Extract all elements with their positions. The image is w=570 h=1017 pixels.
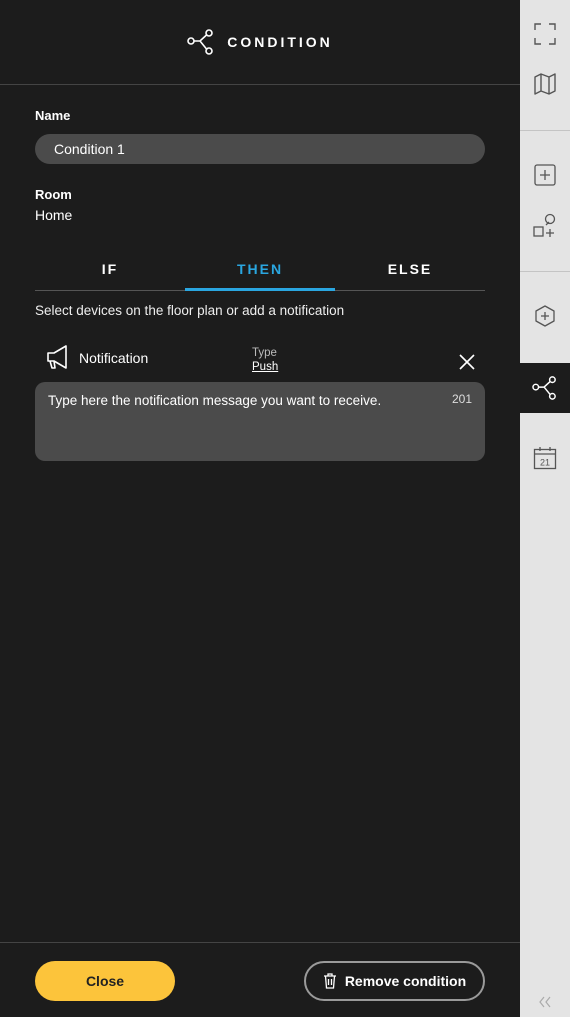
double-chevron-left-icon [539, 996, 551, 1008]
toolbar-divider [520, 271, 570, 272]
condition-branch-icon [532, 376, 556, 400]
add-device-button[interactable] [520, 201, 570, 251]
panel-footer: Close Remove condition [0, 942, 520, 1017]
map-icon [534, 73, 556, 95]
toolbar-divider [520, 130, 570, 131]
remove-condition-label: Remove condition [344, 973, 467, 989]
notification-label: Notification [79, 350, 149, 366]
calendar-icon: 21 [533, 447, 557, 470]
notification-row: Notification Type Push [35, 340, 485, 380]
trash-icon [323, 973, 336, 989]
type-link[interactable]: Push [252, 361, 278, 373]
room-label: Room [35, 187, 72, 202]
type-label: Type [252, 347, 277, 359]
add-room-button[interactable] [520, 150, 570, 200]
message-placeholder: Type here the notification message you w… [48, 393, 382, 408]
panel-header: CONDITION [0, 0, 520, 85]
right-toolbar: 21 [520, 0, 570, 1017]
condition-panel: CONDITION Name Room Home IF THEN ELSE Se… [0, 0, 520, 1017]
character-counter: 201 [451, 392, 472, 406]
page-title: CONDITION [227, 34, 333, 50]
room-value: Home [35, 207, 73, 223]
name-label: Name [35, 108, 71, 123]
megaphone-icon [47, 345, 67, 369]
name-input[interactable] [35, 134, 485, 164]
remove-condition-button[interactable]: Remove condition [304, 961, 485, 1001]
tab-then[interactable]: THEN [185, 248, 335, 291]
schedule-button[interactable]: 21 [520, 433, 570, 483]
collapse-toolbar-button[interactable] [520, 990, 570, 1014]
tab-else[interactable]: ELSE [335, 248, 485, 290]
condition-branch-icon [187, 29, 214, 55]
instruction-text: Select devices on the floor plan or add … [35, 303, 345, 318]
close-button[interactable]: Close [35, 961, 175, 1001]
condition-button[interactable] [520, 363, 570, 413]
close-icon[interactable] [457, 352, 477, 372]
fullscreen-button[interactable] [520, 9, 570, 59]
fullscreen-icon [534, 23, 556, 45]
map-button[interactable] [520, 59, 570, 109]
add-hexagon-icon [535, 305, 555, 327]
add-scenario-button[interactable] [520, 291, 570, 341]
add-shapes-icon [533, 213, 556, 237]
calendar-day: 21 [540, 458, 550, 468]
tab-if[interactable]: IF [35, 248, 185, 290]
notification-message-field[interactable]: Type here the notification message you w… [35, 382, 485, 461]
condition-tabs: IF THEN ELSE [35, 248, 485, 291]
add-square-icon [534, 164, 556, 186]
